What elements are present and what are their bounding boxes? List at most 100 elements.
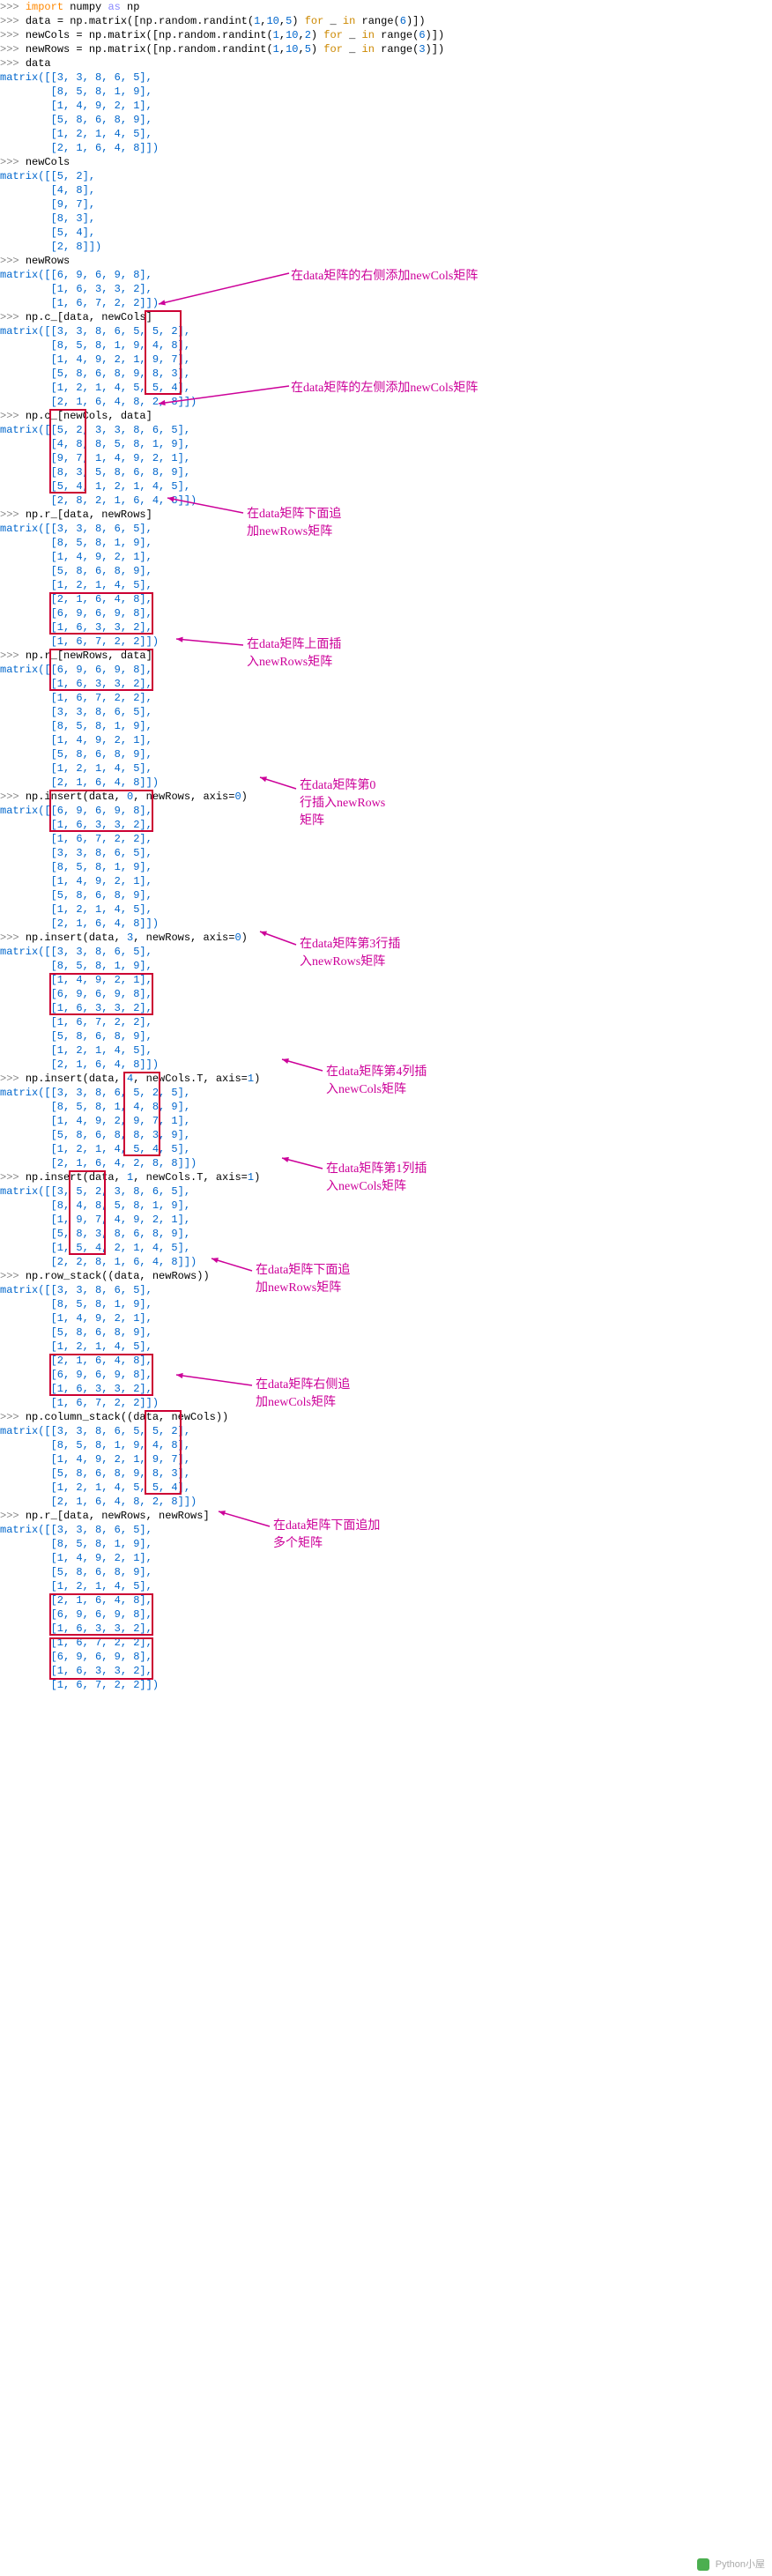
code-token: >>> (0, 410, 26, 422)
code-token: >>> (0, 932, 26, 944)
annotation-text: 在data矩阵第0 行插入newRows 矩阵 (300, 776, 385, 828)
code-token: matrix([[6, 9, 6, 9, 8], [1, 6, 3, 3, 2]… (0, 269, 159, 309)
code-token: np.column_stack((data, newCols)) (26, 1411, 228, 1423)
code-token: np.r_[newRows, data] (26, 650, 152, 662)
code-token: >>> (0, 509, 26, 521)
code-token: for (323, 29, 343, 41)
code-token: matrix([[5, 2, 3, 3, 8, 6, 5], [4, 8, 8,… (0, 424, 197, 507)
code-token: >>> (0, 43, 26, 56)
code-token: _ (343, 29, 362, 41)
code-token: newRows (26, 255, 70, 267)
code-token: matrix([[3, 3, 8, 6, 5, 2, 5], [8, 5, 8,… (0, 1087, 197, 1169)
code-output: >>> import numpy as np>>> data = np.matr… (0, 0, 772, 1692)
code-token: ) (241, 932, 248, 944)
code-token: , (279, 43, 286, 56)
code-token: matrix([[3, 3, 8, 6, 5], [8, 5, 8, 1, 9]… (0, 1284, 159, 1409)
code-token: newCols (26, 156, 70, 168)
annotation-text: 在data矩阵第1列插 入newCols矩阵 (326, 1159, 427, 1194)
code-token: as (108, 1, 120, 13)
annotation-text: 在data矩阵下面追 加newRows矩阵 (247, 504, 341, 539)
watermark-text: Python小屋 (716, 2559, 765, 2570)
code-token: matrix([[5, 2], [4, 8], [9, 7], [8, 3], … (0, 170, 101, 253)
code-token: matrix([[3, 3, 8, 6, 5], [8, 5, 8, 1, 9]… (0, 523, 159, 648)
code-token: 3 (419, 43, 425, 56)
code-token: , newRows, axis= (133, 791, 234, 803)
code-token: np.r_[data, newRows, newRows] (26, 1510, 210, 1522)
code-token: ) (311, 43, 323, 56)
code-token: matrix([[3, 3, 8, 6, 5], [8, 5, 8, 1, 9]… (0, 946, 159, 1071)
code-token: 5 (305, 43, 311, 56)
code-token: 2 (305, 29, 311, 41)
code-token: 10 (266, 15, 278, 27)
annotation-text: 在data矩阵的左侧添加newCols矩阵 (291, 378, 478, 396)
code-token: matrix([[3, 3, 8, 6, 5, 5, 2], [8, 5, 8,… (0, 325, 197, 408)
code-token: 1 (248, 1171, 254, 1184)
code-token: >>> (0, 1073, 26, 1085)
code-token: >>> (0, 255, 26, 267)
code-token: , (298, 29, 304, 41)
annotation-text: 在data矩阵第3行插 入newRows矩阵 (300, 934, 400, 969)
code-token: np.insert(data, (26, 932, 127, 944)
code-token: >>> (0, 29, 26, 41)
code-token: , newCols.T, axis= (133, 1073, 248, 1085)
code-token: newRows = np.matrix([np.random.randint( (26, 43, 273, 56)
code-token: , (298, 43, 304, 56)
code-token: numpy (63, 1, 108, 13)
code-token: >>> (0, 1270, 26, 1282)
code-token: 6 (400, 15, 406, 27)
code-token: for (323, 43, 343, 56)
code-token: np.r_[data, newRows] (26, 509, 152, 521)
code-token: )]) (406, 15, 426, 27)
code-token: np.row_stack((data, newRows)) (26, 1270, 210, 1282)
code-token: 1 (273, 43, 279, 56)
code-token: 0 (234, 932, 241, 944)
code-token: , (279, 29, 286, 41)
code-token: np.insert(data, (26, 791, 127, 803)
code-token: ) (311, 29, 323, 41)
code-token: 6 (419, 29, 425, 41)
code-token: ) (292, 15, 304, 27)
code-token: >>> (0, 791, 26, 803)
code-token: range( (375, 43, 419, 56)
code-token: )]) (426, 29, 445, 41)
code-token: >>> (0, 1510, 26, 1522)
code-token: np.insert(data, (26, 1171, 127, 1184)
code-token: >>> (0, 1171, 26, 1184)
code-token: for (305, 15, 324, 27)
annotation-text: 在data矩阵下面追加 多个矩阵 (273, 1516, 380, 1551)
code-token: matrix([[3, 3, 8, 6, 5], [8, 5, 8, 1, 9]… (0, 71, 159, 154)
code-token: in (362, 29, 375, 41)
code-token: )]) (426, 43, 445, 56)
code-token: range( (355, 15, 399, 27)
code-token: matrix([[3, 3, 8, 6, 5, 5, 2], [8, 5, 8,… (0, 1425, 197, 1508)
code-token: data = np.matrix([np.random.randint( (26, 15, 254, 27)
code-token: matrix([[6, 9, 6, 9, 8], [1, 6, 3, 3, 2]… (0, 805, 159, 930)
code-token: matrix([[6, 9, 6, 9, 8], [1, 6, 3, 3, 2]… (0, 664, 159, 789)
code-token: , (279, 15, 286, 27)
watermark-icon (697, 2558, 709, 2571)
code-token: 10 (286, 29, 298, 41)
code-token: 1 (273, 29, 279, 41)
code-token: 0 (234, 791, 241, 803)
annotation-text: 在data矩阵下面追 加newRows矩阵 (256, 1260, 350, 1295)
code-token: >>> (0, 1411, 26, 1423)
code-token: ) (241, 791, 248, 803)
code-token: >>> (0, 311, 26, 323)
code-token: np.insert(data, (26, 1073, 127, 1085)
code-token: matrix([[3, 3, 8, 6, 5], [8, 5, 8, 1, 9]… (0, 1524, 159, 1691)
code-token: >>> (0, 1, 26, 13)
code-token: ) (254, 1073, 260, 1085)
code-token: np.c_[newCols, data] (26, 410, 152, 422)
code-token: import (26, 1, 63, 13)
code-token: 10 (286, 43, 298, 56)
code-token: _ (323, 15, 343, 27)
code-token: in (343, 15, 355, 27)
code-token: in (362, 43, 375, 56)
code-token: data (26, 57, 51, 70)
annotation-text: 在data矩阵右侧追 加newCols矩阵 (256, 1375, 350, 1410)
code-token: >>> (0, 650, 26, 662)
annotation-text: 在data矩阵上面插 入newRows矩阵 (247, 635, 341, 670)
code-token: matrix([[3, 5, 2, 3, 8, 6, 5], [8, 4, 8,… (0, 1185, 197, 1268)
annotation-text: 在data矩阵的右侧添加newCols矩阵 (291, 266, 478, 284)
code-token: , newCols.T, axis= (133, 1171, 248, 1184)
